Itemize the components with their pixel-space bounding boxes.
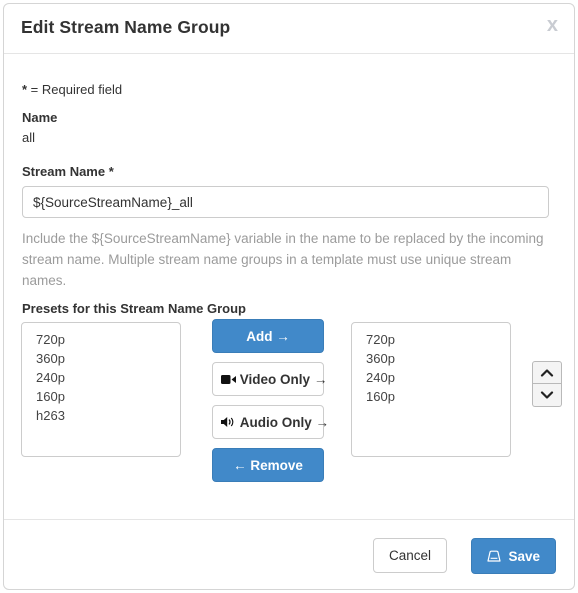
- remove-button[interactable]: ← Remove: [212, 447, 324, 482]
- edit-stream-name-group-modal: Edit Stream Name Group x * = Required fi…: [3, 3, 575, 590]
- stream-name-label: Stream Name *: [22, 164, 114, 179]
- modal-footer: Cancel Save: [4, 519, 574, 589]
- add-button-label: Add: [246, 328, 273, 344]
- list-item[interactable]: 720p: [22, 330, 180, 349]
- required-field-note: * = Required field: [22, 82, 122, 97]
- move-down-button[interactable]: [532, 384, 562, 407]
- modal-header: Edit Stream Name Group x: [4, 4, 574, 54]
- transfer-button-column: Add → Video Only → Audio Only → ← Remove: [212, 319, 329, 491]
- audio-only-button-label: Audio Only: [239, 414, 312, 430]
- save-button-label: Save: [508, 548, 540, 564]
- add-button[interactable]: Add →: [212, 319, 324, 353]
- arrow-right-icon: →: [276, 328, 290, 344]
- save-icon: [487, 551, 501, 563]
- available-presets-listbox[interactable]: 720p 360p 240p 160p h263: [21, 322, 181, 457]
- list-item[interactable]: 360p: [22, 349, 180, 368]
- presets-section-label: Presets for this Stream Name Group: [22, 301, 246, 316]
- list-item[interactable]: 160p: [352, 387, 510, 406]
- stream-name-help-text: Include the ${SourceStreamName} variable…: [22, 231, 544, 288]
- remove-button-label: Remove: [250, 457, 303, 473]
- stream-name-input[interactable]: [22, 186, 549, 218]
- arrow-right-icon: →: [315, 414, 330, 430]
- video-only-button-label: Video Only: [239, 371, 311, 387]
- list-item[interactable]: 240p: [22, 368, 180, 387]
- speaker-icon: [221, 417, 234, 428]
- video-camera-icon: [221, 374, 236, 384]
- chevron-up-icon: [540, 368, 554, 377]
- arrow-left-icon: ←: [233, 457, 247, 473]
- modal-body: * = Required field Name all Stream Name …: [4, 54, 574, 520]
- list-item[interactable]: 360p: [352, 349, 510, 368]
- cancel-button[interactable]: Cancel: [372, 538, 447, 573]
- reorder-button-column: [532, 361, 562, 407]
- selected-presets-listbox[interactable]: 720p 360p 240p 160p: [351, 322, 511, 457]
- list-item[interactable]: 160p: [22, 387, 180, 406]
- audio-only-button[interactable]: Audio Only →: [212, 404, 329, 439]
- name-label: Name: [22, 110, 58, 125]
- list-item[interactable]: 720p: [352, 330, 510, 349]
- video-only-button[interactable]: Video Only →: [212, 361, 327, 396]
- cancel-button-label: Cancel: [388, 548, 431, 563]
- required-note-text: = Required field: [27, 82, 123, 97]
- list-item[interactable]: 240p: [352, 368, 510, 387]
- arrow-right-icon: →: [313, 371, 328, 387]
- page-title: Edit Stream Name Group: [21, 17, 231, 37]
- move-up-button[interactable]: [532, 361, 562, 384]
- name-value: all: [22, 130, 36, 145]
- close-icon[interactable]: x: [547, 15, 558, 35]
- chevron-down-icon: [540, 391, 554, 399]
- list-item[interactable]: h263: [22, 406, 180, 425]
- save-button[interactable]: Save: [470, 538, 556, 574]
